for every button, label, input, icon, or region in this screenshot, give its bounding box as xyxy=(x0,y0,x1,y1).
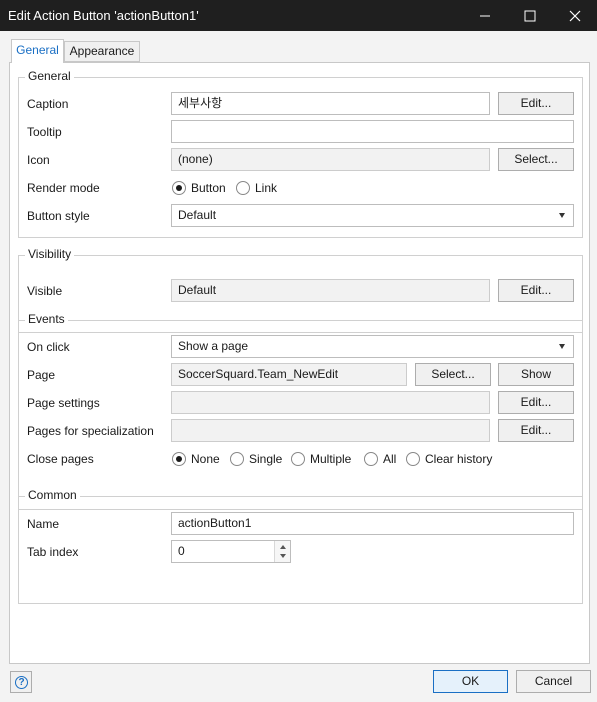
minimize-button[interactable] xyxy=(463,0,507,31)
close-pages-all-label: All xyxy=(383,452,397,466)
close-pages-multiple-label: Multiple xyxy=(310,452,352,466)
radio-unchecked-icon xyxy=(406,452,420,466)
group-events: Events On click Show a page Page SoccerS… xyxy=(18,312,583,510)
page-show-button[interactable]: Show xyxy=(498,363,574,386)
help-icon: ? xyxy=(15,676,28,689)
page-settings-edit-button[interactable]: Edit... xyxy=(498,391,574,414)
page-select-button[interactable]: Select... xyxy=(415,363,491,386)
tab-index-spinner[interactable] xyxy=(274,541,290,562)
radio-checked-icon xyxy=(172,181,186,195)
icon-label: Icon xyxy=(27,153,50,167)
window-title: Edit Action Button 'actionButton1' xyxy=(8,8,199,23)
icon-select-button[interactable]: Select... xyxy=(498,148,574,171)
dialog-body: General Appearance General Caption 세부사항 … xyxy=(0,31,597,702)
visible-field: Default xyxy=(171,279,490,302)
maximize-icon xyxy=(524,10,536,22)
button-style-select[interactable]: Default xyxy=(171,204,574,227)
tab-index-value: 0 xyxy=(178,544,185,558)
tooltip-field[interactable] xyxy=(171,120,574,143)
on-click-label: On click xyxy=(27,340,70,354)
close-pages-none-label: None xyxy=(191,452,220,466)
chevron-down-icon xyxy=(559,213,565,218)
tab-appearance[interactable]: Appearance xyxy=(64,41,140,62)
tab-panel-general: General Caption 세부사항 Edit... Tooltip Ico… xyxy=(9,62,590,664)
caption-field[interactable]: 세부사항 xyxy=(171,92,490,115)
tab-general[interactable]: General xyxy=(11,39,64,63)
close-pages-clear-history-label: Clear history xyxy=(425,452,493,466)
pages-for-specialization-label: Pages for specialization xyxy=(27,424,154,438)
name-field[interactable]: actionButton1 xyxy=(171,512,574,535)
close-pages-all-radio[interactable]: All xyxy=(364,451,402,467)
pages-for-specialization-field xyxy=(171,419,490,442)
close-pages-clear-history-radio[interactable]: Clear history xyxy=(406,451,498,467)
tab-index-stepper[interactable]: 0 xyxy=(171,540,291,563)
group-common: Common Name actionButton1 Tab index 0 xyxy=(18,488,583,604)
chevron-down-icon xyxy=(559,344,565,349)
page-label: Page xyxy=(27,368,56,382)
radio-checked-icon xyxy=(172,452,186,466)
name-label: Name xyxy=(27,517,60,531)
minimize-icon xyxy=(480,15,490,17)
tooltip-label: Tooltip xyxy=(27,125,62,139)
radio-unchecked-icon xyxy=(230,452,244,466)
page-settings-field xyxy=(171,391,490,414)
caption-edit-button[interactable]: Edit... xyxy=(498,92,574,115)
radio-unchecked-icon xyxy=(364,452,378,466)
render-mode-button-label: Button xyxy=(191,181,226,195)
render-mode-link-label: Link xyxy=(255,181,278,195)
tab-index-label: Tab index xyxy=(27,545,79,559)
radio-unchecked-icon xyxy=(236,181,250,195)
group-general-title: General xyxy=(25,69,74,83)
close-icon xyxy=(569,10,581,22)
close-pages-label: Close pages xyxy=(27,452,94,466)
button-style-label: Button style xyxy=(27,209,90,223)
ok-button[interactable]: OK xyxy=(433,670,508,693)
visible-label: Visible xyxy=(27,284,63,298)
button-style-value: Default xyxy=(178,208,217,222)
render-mode-link-radio[interactable]: Link xyxy=(236,180,286,196)
maximize-button[interactable] xyxy=(508,0,552,31)
on-click-select[interactable]: Show a page xyxy=(171,335,574,358)
spin-up-icon[interactable] xyxy=(280,545,286,549)
close-button[interactable] xyxy=(553,0,597,31)
close-pages-single-label: Single xyxy=(249,452,283,466)
render-mode-label: Render mode xyxy=(27,181,100,195)
radio-unchecked-icon xyxy=(291,452,305,466)
help-button[interactable]: ? xyxy=(10,671,32,693)
close-pages-multiple-radio[interactable]: Multiple xyxy=(291,451,357,467)
group-visibility-title: Visibility xyxy=(25,247,75,261)
page-field: SoccerSquard.Team_NewEdit xyxy=(171,363,407,386)
icon-field: (none) xyxy=(171,148,490,171)
render-mode-button-radio[interactable]: Button xyxy=(172,180,232,196)
close-pages-single-radio[interactable]: Single xyxy=(230,451,286,467)
page-settings-label: Page settings xyxy=(27,396,100,410)
spin-down-icon[interactable] xyxy=(280,554,286,558)
group-general: General Caption 세부사항 Edit... Tooltip Ico… xyxy=(18,69,583,238)
pages-for-specialization-edit-button[interactable]: Edit... xyxy=(498,419,574,442)
on-click-value: Show a page xyxy=(178,339,249,353)
visible-edit-button[interactable]: Edit... xyxy=(498,279,574,302)
cancel-button[interactable]: Cancel xyxy=(516,670,591,693)
close-pages-none-radio[interactable]: None xyxy=(172,451,227,467)
group-events-title: Events xyxy=(25,312,68,326)
caption-label: Caption xyxy=(27,97,69,111)
group-common-title: Common xyxy=(25,488,80,502)
title-bar: Edit Action Button 'actionButton1' xyxy=(0,0,597,31)
